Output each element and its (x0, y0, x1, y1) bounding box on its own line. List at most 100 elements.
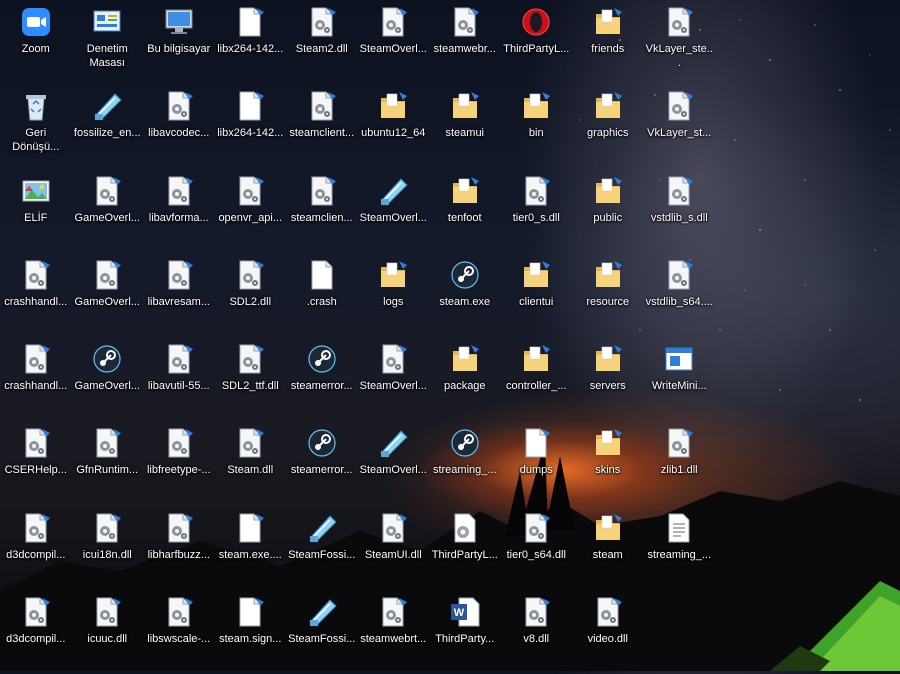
desktop-icon[interactable]: libavutil-55... (143, 337, 215, 421)
desktop-icon[interactable]: steamclien... (286, 169, 358, 253)
desktop-icon[interactable]: SteamOverl... (358, 0, 430, 84)
desktop-icon[interactable]: v8.dll (501, 590, 573, 674)
desktop-icon-label: crashhandl... (4, 295, 68, 308)
file-icon (234, 90, 266, 122)
desktop-icon-label: steam.exe (439, 295, 491, 308)
desktop-icon[interactable]: steamwebrt... (358, 590, 430, 674)
desktop-icon[interactable]: libavforma... (143, 169, 215, 253)
desktop-icon[interactable]: tenfoot (429, 169, 501, 253)
desktop-icon[interactable]: steamerror... (286, 337, 358, 421)
desktop-icon-label: dumps (519, 464, 553, 477)
desktop-icon[interactable]: W ThirdParty... (429, 590, 501, 674)
desktop-icon[interactable]: SteamFossi... (286, 506, 358, 590)
desktop-icon[interactable]: streaming_... (429, 421, 501, 505)
desktop-icon[interactable]: tier0_s64.dll (501, 506, 573, 590)
desktop-icon[interactable]: VkLayer_ste... (644, 0, 716, 84)
desktop-icon[interactable]: libavresam... (143, 253, 215, 337)
desktop-icon[interactable]: SDL2.dll (215, 253, 287, 337)
desktop-icon[interactable]: public (572, 169, 644, 253)
desktop-icon[interactable]: vstdlib_s.dll (644, 169, 716, 253)
dll-file-icon (520, 596, 552, 628)
desktop-icon-label: steamclien... (290, 211, 353, 224)
dll-file-icon (91, 259, 123, 291)
desktop-icon[interactable]: steam (572, 506, 644, 590)
desktop-icon-label: ThirdPartyL... (431, 548, 498, 561)
desktop-icon[interactable]: steamclient... (286, 84, 358, 168)
desktop-icon[interactable]: steamui (429, 84, 501, 168)
desktop-icon[interactable]: crashhandl... (0, 337, 72, 421)
desktop-icon[interactable]: controller_... (501, 337, 573, 421)
desktop-icon[interactable]: skins (572, 421, 644, 505)
desktop-icon[interactable]: steam.exe (429, 253, 501, 337)
desktop-icon[interactable]: graphics (572, 84, 644, 168)
desktop-icon[interactable]: ubuntu12_64 (358, 84, 430, 168)
desktop-icon[interactable]: Bu bilgisayar (143, 0, 215, 84)
desktop-icon[interactable]: SteamOverl... (358, 169, 430, 253)
desktop-icon[interactable]: dumps (501, 421, 573, 505)
desktop-icon[interactable]: crashhandl... (0, 253, 72, 337)
desktop-icon-label: fossilize_en... (73, 127, 141, 140)
desktop-icon[interactable]: libharfbuzz... (143, 506, 215, 590)
desktop-icon[interactable]: GameOverl... (72, 169, 144, 253)
desktop-icon[interactable]: ThirdPartyL... (501, 0, 573, 84)
desktop-icon-label: vstdlib_s64.... (645, 295, 713, 308)
desktop-icon[interactable]: GameOverl... (72, 253, 144, 337)
desktop-icon[interactable]: servers (572, 337, 644, 421)
desktop-icon-label: vstdlib_s.dll (650, 211, 708, 224)
desktop-icon[interactable]: steam.exe.... (215, 506, 287, 590)
desktop-icon[interactable]: .crash (286, 253, 358, 337)
desktop-icon[interactable]: icuuc.dll (72, 590, 144, 674)
desktop-icon[interactable]: GfnRuntim... (72, 421, 144, 505)
desktop-icon[interactable]: friends (572, 0, 644, 84)
desktop-icon-label: SteamFossi... (288, 633, 356, 646)
desktop-icon[interactable]: icui18n.dll (72, 506, 144, 590)
desktop-icon[interactable]: resource (572, 253, 644, 337)
dll-file-icon (306, 175, 338, 207)
desktop-icon[interactable]: Steam2.dll (286, 0, 358, 84)
desktop-icon[interactable]: VkLayer_st... (644, 84, 716, 168)
desktop-icon[interactable]: libfreetype-... (143, 421, 215, 505)
desktop-icon[interactable]: SteamOverl... (358, 337, 430, 421)
desktop-icon[interactable]: d3dcompil... (0, 506, 72, 590)
folder-icon (592, 90, 624, 122)
desktop-icon[interactable]: CSERHelp... (0, 421, 72, 505)
desktop-icon[interactable]: SteamUI.dll (358, 506, 430, 590)
desktop-icon[interactable]: logs (358, 253, 430, 337)
desktop-icon-label: streaming_... (432, 464, 497, 477)
desktop-icon[interactable]: SteamOverl... (358, 421, 430, 505)
desktop-icon[interactable]: steamwebr... (429, 0, 501, 84)
file-icon (234, 596, 266, 628)
desktop-icon[interactable]: GameOverl... (72, 337, 144, 421)
desktop-icon[interactable]: package (429, 337, 501, 421)
desktop-icon[interactable]: steamerror... (286, 421, 358, 505)
desktop-icon[interactable]: streaming_... (644, 506, 716, 590)
desktop-icon[interactable]: vstdlib_s64.... (644, 253, 716, 337)
desktop-icon[interactable]: Geri Dönüşü... (0, 84, 72, 168)
desktop-icon-label: GameOverl... (74, 380, 140, 393)
desktop-icon[interactable]: WriteMini... (644, 337, 716, 421)
desktop-icon[interactable]: fossilize_en... (72, 84, 144, 168)
desktop-icon[interactable]: ThirdPartyL... (429, 506, 501, 590)
desktop-icon[interactable]: SDL2_ttf.dll (215, 337, 287, 421)
desktop-icon[interactable]: d3dcompil... (0, 590, 72, 674)
desktop-icon[interactable]: libx264-142... (215, 84, 287, 168)
dll-file-icon (663, 6, 695, 38)
desktop-icon[interactable]: clientui (501, 253, 573, 337)
desktop-icon[interactable]: libswscale-... (143, 590, 215, 674)
desktop-icon[interactable]: bin (501, 84, 573, 168)
desktop-icon[interactable]: Denetim Masası (72, 0, 144, 84)
desktop-icon[interactable]: tier0_s.dll (501, 169, 573, 253)
desktop-icon[interactable]: libavcodec... (143, 84, 215, 168)
desktop-icon[interactable]: SteamFossi... (286, 590, 358, 674)
desktop-icon[interactable]: Steam.dll (215, 421, 287, 505)
desktop-icon[interactable]: ELİF (0, 169, 72, 253)
desktop-icon[interactable]: libx264-142... (215, 0, 287, 84)
desktop-icon-label: steam.sign... (219, 633, 282, 646)
desktop-icon[interactable]: Zoom (0, 0, 72, 84)
desktop-icon[interactable]: video.dll (572, 590, 644, 674)
desktop-icon[interactable]: zlib1.dll (644, 421, 716, 505)
desktop-icon-label: streaming_... (647, 548, 712, 561)
desktop-icon-label: SDL2_ttf.dll (221, 380, 279, 393)
desktop-icon[interactable]: steam.sign... (215, 590, 287, 674)
desktop-icon[interactable]: openvr_api... (215, 169, 287, 253)
